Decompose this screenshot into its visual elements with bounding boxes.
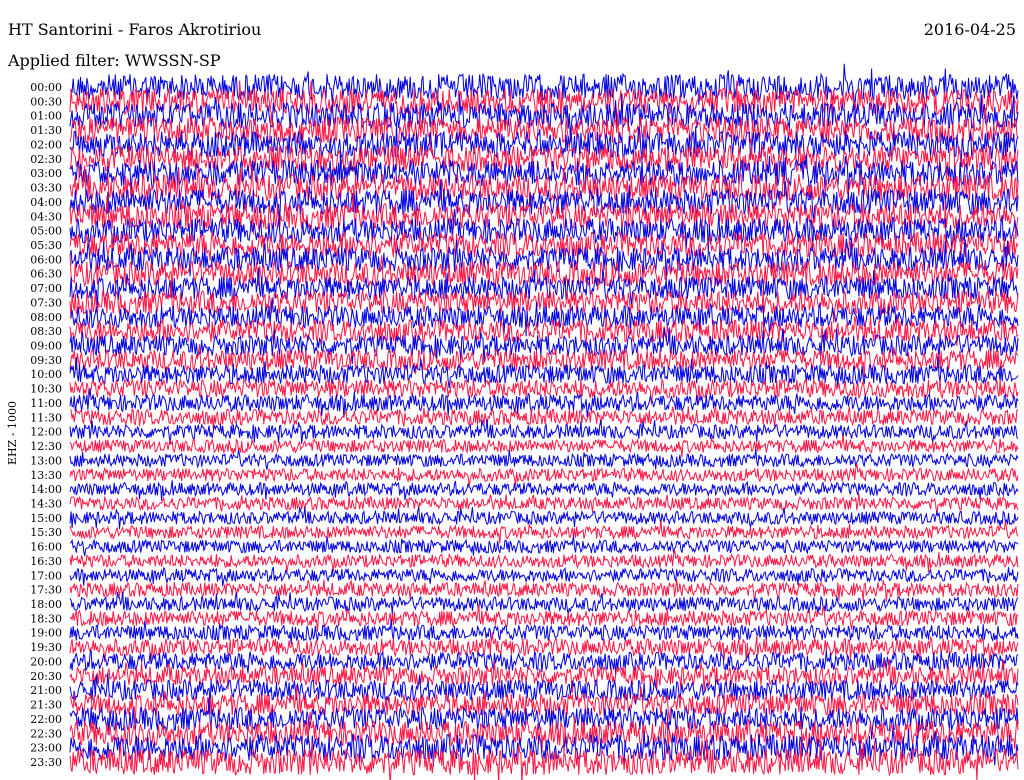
tick-label: 21:30 <box>30 699 62 712</box>
tick-label-group: 00:0000:30 01:0001:3002:00 02:3003:00 03:30… <box>30 81 62 769</box>
tick-label: 20:30 <box>30 670 62 683</box>
tick-label: 01:00 <box>30 110 62 123</box>
tick-label: 08:30 <box>30 325 62 338</box>
trace-1130 <box>69 405 1019 430</box>
tick-label: 09:00 <box>30 340 62 353</box>
trace-1300 <box>69 448 1019 470</box>
tick-label: 17:00 <box>30 569 62 582</box>
tick-label: 14:30 <box>30 497 62 510</box>
trace-2330 <box>69 739 1019 780</box>
tick-label: 05:00 <box>30 225 62 238</box>
tick-label: 00:30 <box>30 95 62 108</box>
tick-label: 04:30 <box>30 210 62 223</box>
tick-label: 22:00 <box>30 713 62 726</box>
tick-label: 13:30 <box>30 469 62 482</box>
tick-label: 06:00 <box>30 253 62 266</box>
trace-0100 <box>69 93 1019 137</box>
tick-label: 05:30 <box>30 239 62 252</box>
tick-label: 15:30 <box>30 526 62 539</box>
tick-label: 23:30 <box>30 756 62 769</box>
trace-1430 <box>69 493 1019 516</box>
tick-label: 19:00 <box>30 627 62 640</box>
tick-label: 03:00 <box>30 167 62 180</box>
tick-label: 13:00 <box>30 454 62 467</box>
tick-label: 10:30 <box>30 383 62 396</box>
tick-label: 14:00 <box>30 483 62 496</box>
tick-label: 10:00 <box>30 368 62 381</box>
tick-label: 02:30 <box>30 153 62 166</box>
trace-0230 <box>69 143 1019 182</box>
trace-0500 <box>69 208 1019 253</box>
trace-1500 <box>69 506 1019 530</box>
tick-label: 22:30 <box>30 727 62 740</box>
tick-label: 23:00 <box>30 742 62 755</box>
trace-1530 <box>69 520 1019 544</box>
tick-label: 00:00 <box>30 81 62 94</box>
tick-label: 02:00 <box>30 138 62 151</box>
tick-label: 15:00 <box>30 512 62 525</box>
trace-0000 <box>69 63 1019 110</box>
trace-1600 <box>70 534 1019 557</box>
trace-1330 <box>69 463 1019 487</box>
tick-label: 12:30 <box>30 440 62 453</box>
tick-label: 06:30 <box>30 268 62 281</box>
tick-label: 07:30 <box>30 296 62 309</box>
trace-1400 <box>69 480 1019 501</box>
tick-label: 20:00 <box>30 655 62 668</box>
trace-group <box>69 63 1019 780</box>
tick-label: 07:00 <box>30 282 62 295</box>
tick-label: 17:30 <box>30 584 62 597</box>
trace-1630 <box>69 549 1019 573</box>
tick-label: 09:30 <box>30 354 62 367</box>
tick-label: 16:30 <box>30 555 62 568</box>
tick-label: 19:30 <box>30 641 62 654</box>
tick-label: 11:30 <box>30 411 62 424</box>
trace-1730 <box>69 578 1019 603</box>
tick-label: 18:00 <box>30 598 62 611</box>
helicorder-plot: 00:0000:30 01:0001:3002:00 02:3003:00 03:30… <box>30 63 1019 780</box>
tick-label: 12:00 <box>30 426 62 439</box>
tick-label: 18:30 <box>30 612 62 625</box>
tick-label: 03:30 <box>30 182 62 195</box>
tick-label: 04:00 <box>30 196 62 209</box>
tick-label: 21:00 <box>30 684 62 697</box>
tick-label: 11:00 <box>30 397 62 410</box>
tick-label: 08:00 <box>30 311 62 324</box>
tick-label: 01:30 <box>30 124 62 137</box>
tick-label: 16:00 <box>30 541 62 554</box>
